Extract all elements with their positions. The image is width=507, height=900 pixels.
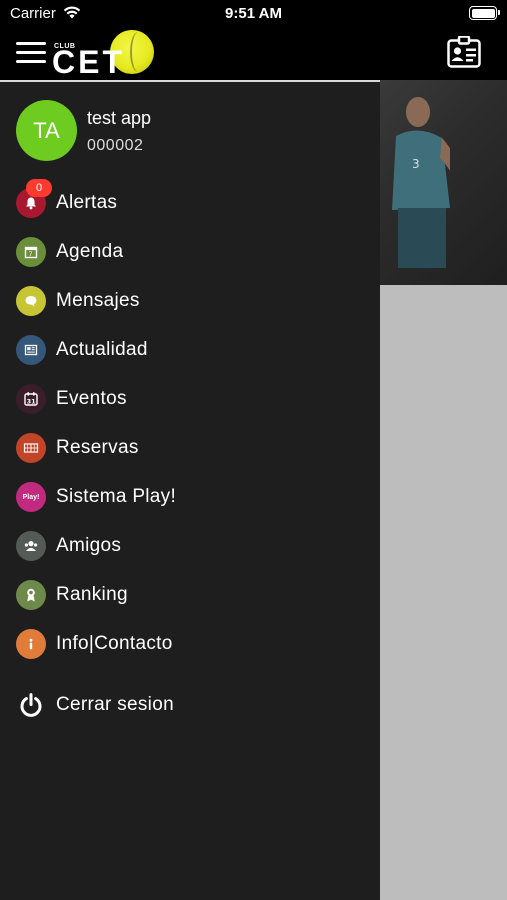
power-icon [16, 690, 46, 720]
main-content: 3 [380, 80, 507, 900]
avatar: TA [16, 100, 77, 161]
profile-name: test app [87, 108, 152, 128]
menu-item-label: Eventos [56, 388, 127, 409]
calendar-icon: 7 [16, 237, 46, 267]
status-bar: Carrier 9:51 AM [0, 0, 507, 28]
logout-button[interactable]: Cerrar sesion [16, 685, 366, 725]
navigation-drawer: TA test app 000002 0 Alertas 7 Agenda Me… [0, 80, 380, 900]
info-icon [16, 629, 46, 659]
menu-item-sistema-play[interactable]: Play! Sistema Play! [16, 477, 366, 517]
club-cet-logo: CLUB CET [50, 28, 162, 78]
menu-item-actualidad[interactable]: Actualidad [16, 330, 366, 370]
menu-item-alertas[interactable]: 0 Alertas [16, 179, 366, 223]
court-icon [16, 433, 46, 463]
menu-item-ranking[interactable]: Ranking [16, 575, 366, 615]
menu-item-label: Agenda [56, 241, 124, 262]
menu-item-mensajes[interactable]: Mensajes [16, 281, 366, 321]
id-card-button[interactable] [447, 36, 481, 68]
menu-item-amigos[interactable]: Amigos [16, 526, 366, 566]
menu-item-info-contacto[interactable]: Info|Contacto [16, 624, 366, 664]
logo-cet-text: CET [52, 44, 125, 80]
menu-item-eventos[interactable]: 31 Eventos [16, 379, 366, 419]
newspaper-icon [16, 335, 46, 365]
player-photo: 3 [392, 97, 450, 268]
clock: 9:51 AM [225, 5, 282, 22]
svg-text:3: 3 [412, 157, 420, 171]
menu-item-label: Ranking [56, 584, 128, 605]
menu-item-reservas[interactable]: Reservas [16, 428, 366, 468]
friends-icon [16, 531, 46, 561]
battery-icon [469, 6, 500, 20]
user-profile[interactable]: TA test app 000002 [16, 100, 366, 162]
svg-text:7: 7 [29, 251, 33, 258]
menu-item-label: Sistema Play! [56, 486, 177, 507]
hero-image: 3 [380, 80, 507, 285]
logout-label: Cerrar sesion [56, 694, 174, 715]
menu-item-label: Actualidad [56, 339, 148, 360]
menu-item-label: Mensajes [56, 290, 140, 311]
hamburger-menu-button[interactable] [16, 42, 46, 66]
event-calendar-icon: 31 [16, 384, 46, 414]
menu-item-label: Alertas [56, 192, 118, 213]
menu-item-label: Reservas [56, 437, 139, 458]
alert-count-badge: 0 [26, 179, 52, 197]
play-badge-text: Play! [22, 493, 40, 501]
menu-item-label: Info|Contacto [56, 633, 173, 654]
menu-item-label: Amigos [56, 535, 122, 556]
svg-text:31: 31 [27, 398, 37, 406]
play-badge-icon: Play! [16, 482, 46, 512]
medal-icon [16, 580, 46, 610]
chat-icon [16, 286, 46, 316]
profile-member-id: 000002 [87, 137, 144, 154]
app-header: CLUB CET [0, 28, 507, 80]
menu-item-agenda[interactable]: 7 Agenda [16, 232, 366, 272]
